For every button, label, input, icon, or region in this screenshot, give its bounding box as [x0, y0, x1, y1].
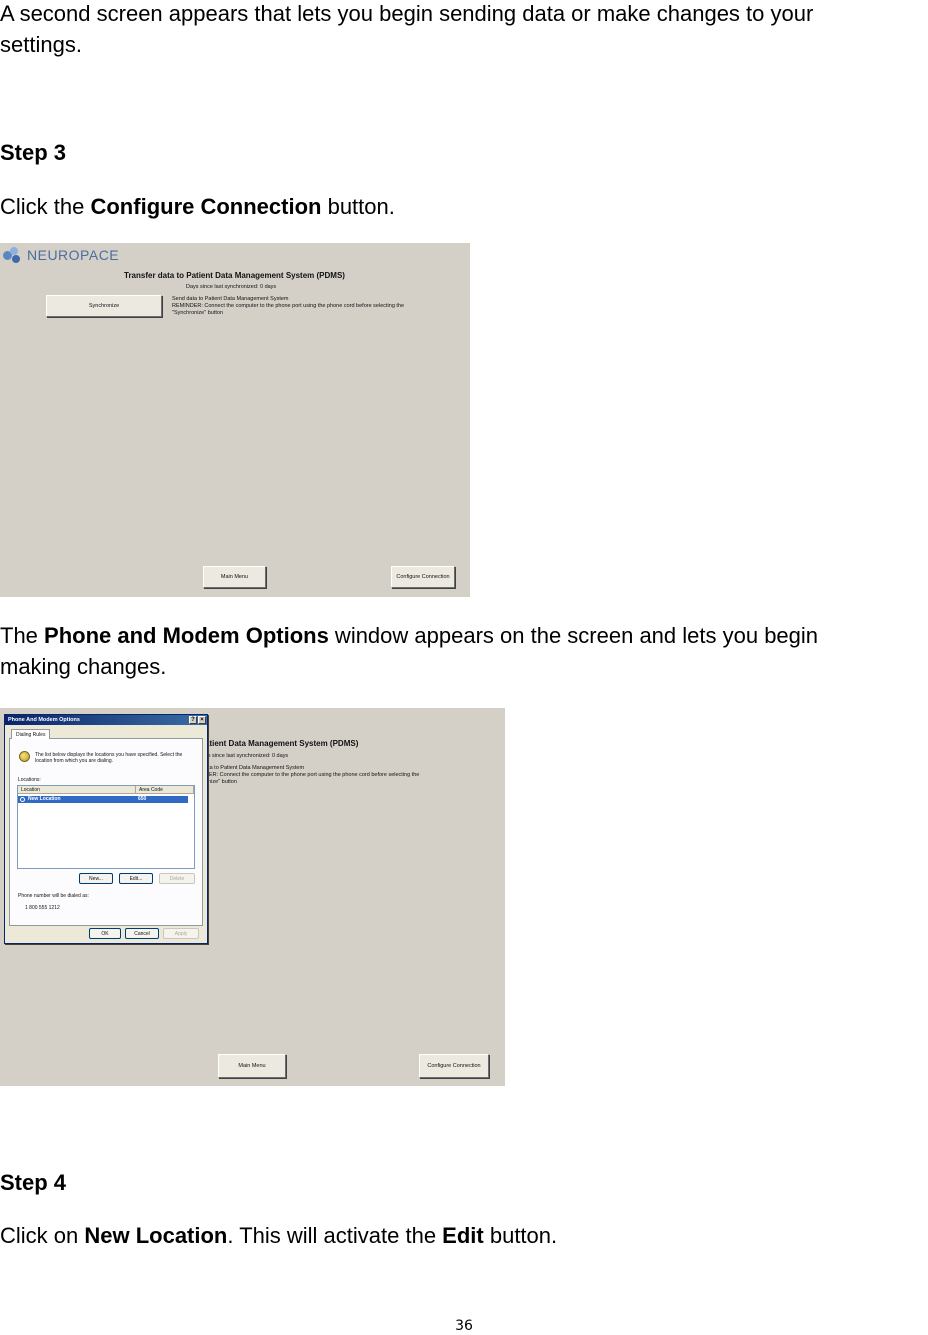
- step-4-heading: Step 4: [0, 1170, 67, 1195]
- delete-button[interactable]: Delete: [159, 873, 195, 884]
- intro-paragraph: A second screen appears that lets you be…: [0, 0, 813, 60]
- phone-modem-text-post: window appears on the screen and lets yo…: [328, 623, 819, 648]
- screen2-title-partial: atient Data Management System (PDMS): [205, 739, 359, 748]
- dialog-info-line-2: location from which you are dialing.: [35, 758, 114, 764]
- phone-and-modem-options-dialog: Phone And Modem Options ? × Dialing Rule…: [4, 714, 208, 944]
- configure-connection-button[interactable]: Configure Connection: [391, 566, 455, 588]
- screenshot-phone-modem-options: atient Data Management System (PDMS) ys …: [0, 708, 505, 1086]
- neuropace-logo: NEUROPACE: [3, 247, 119, 263]
- neuropace-logo-icon: [3, 247, 23, 263]
- edit-button[interactable]: Edit...: [119, 873, 153, 884]
- step-3-text-pre: Click the: [0, 194, 91, 219]
- page-number: 36: [455, 1318, 473, 1334]
- phone-modem-paragraph: The Phone and Modem Options window appea…: [0, 620, 818, 682]
- step-4-text-bold-location: New Location: [84, 1223, 228, 1248]
- screen2-days-partial: ys since last synchronized: 0 days: [205, 753, 289, 759]
- screen1-desc-1: Send data to Patient Data Management Sys…: [172, 296, 289, 302]
- screenshot-transfer-screen: NEUROPACE Transfer data to Patient Data …: [0, 243, 470, 597]
- step-3-text-post: button.: [321, 194, 395, 219]
- phone-modem-line-1: The Phone and Modem Options window appea…: [0, 620, 818, 651]
- step-4-instruction: Click on New Location. This will activat…: [0, 1220, 557, 1251]
- phone-icon: [19, 751, 30, 762]
- screen1-title: Transfer data to Patient Data Management…: [124, 271, 345, 280]
- screen2-desc-1-partial: ata to Patient Data Management System: [205, 765, 305, 771]
- main-menu-button[interactable]: Main Menu: [203, 566, 266, 588]
- synchronize-button[interactable]: Synchronize: [46, 295, 162, 317]
- phone-modem-text-bold: Phone and Modem Options: [44, 623, 329, 648]
- cancel-button[interactable]: Cancel: [125, 928, 159, 939]
- configure-connection-button-2[interactable]: Configure Connection: [419, 1054, 489, 1078]
- locations-label: Locations:: [18, 777, 41, 783]
- step-4-text-bold-edit: Edit: [442, 1223, 484, 1248]
- apply-button[interactable]: Apply: [163, 928, 199, 939]
- locations-list: Location Area Code New Location 650: [17, 785, 195, 869]
- screen1-desc-3: "Synchronize" button: [172, 310, 223, 316]
- row-area-code: 650: [138, 796, 147, 802]
- step-4-text-post: button.: [483, 1223, 558, 1248]
- step-4-text-pre: Click on: [0, 1223, 85, 1248]
- step-4-text-mid: . This will activate the: [227, 1223, 443, 1248]
- ok-button[interactable]: OK: [89, 928, 121, 939]
- selected-radio-icon: [20, 797, 25, 802]
- screen1-desc-2: REMINDER: Connect the computer to the ph…: [172, 303, 405, 309]
- dialog-help-icon[interactable]: ?: [189, 716, 197, 724]
- dialog-title: Phone And Modem Options: [8, 717, 80, 723]
- locations-list-header: Location Area Code: [18, 786, 194, 794]
- phone-modem-text-pre: The: [0, 623, 45, 648]
- screen1-days-since: Days since last synchronized: 0 days: [186, 284, 277, 290]
- dialed-phone-number: 1 800 555 1212: [25, 905, 60, 911]
- step-3-instruction: Click the Configure Connection button.: [0, 191, 395, 222]
- screen2-desc-2-partial: DER: Connect the computer to the phone p…: [205, 772, 420, 778]
- main-menu-button-2[interactable]: Main Menu: [218, 1054, 286, 1078]
- column-header-area-code[interactable]: Area Code: [136, 786, 194, 793]
- screen2-desc-3-partial: onize" button: [205, 779, 237, 785]
- dialog-close-icon[interactable]: ×: [198, 716, 206, 724]
- dialed-as-label: Phone number will be dialed as:: [18, 893, 89, 899]
- step-3-text-bold: Configure Connection: [90, 194, 322, 219]
- step-3-heading: Step 3: [0, 140, 67, 165]
- intro-line-1: A second screen appears that lets you be…: [0, 1, 814, 26]
- row-location-name: New Location: [28, 796, 61, 802]
- tab-dialing-rules[interactable]: Dialing Rules: [11, 729, 51, 739]
- neuropace-logo-text: NEUROPACE: [27, 247, 120, 263]
- intro-line-2: settings.: [0, 32, 82, 57]
- dialog-title-bar: Phone And Modem Options ? ×: [5, 715, 207, 725]
- list-item-new-location[interactable]: New Location 650: [18, 796, 188, 803]
- phone-modem-line-2: making changes.: [0, 654, 167, 679]
- new-button[interactable]: New...: [79, 873, 113, 884]
- column-header-location[interactable]: Location: [18, 786, 136, 793]
